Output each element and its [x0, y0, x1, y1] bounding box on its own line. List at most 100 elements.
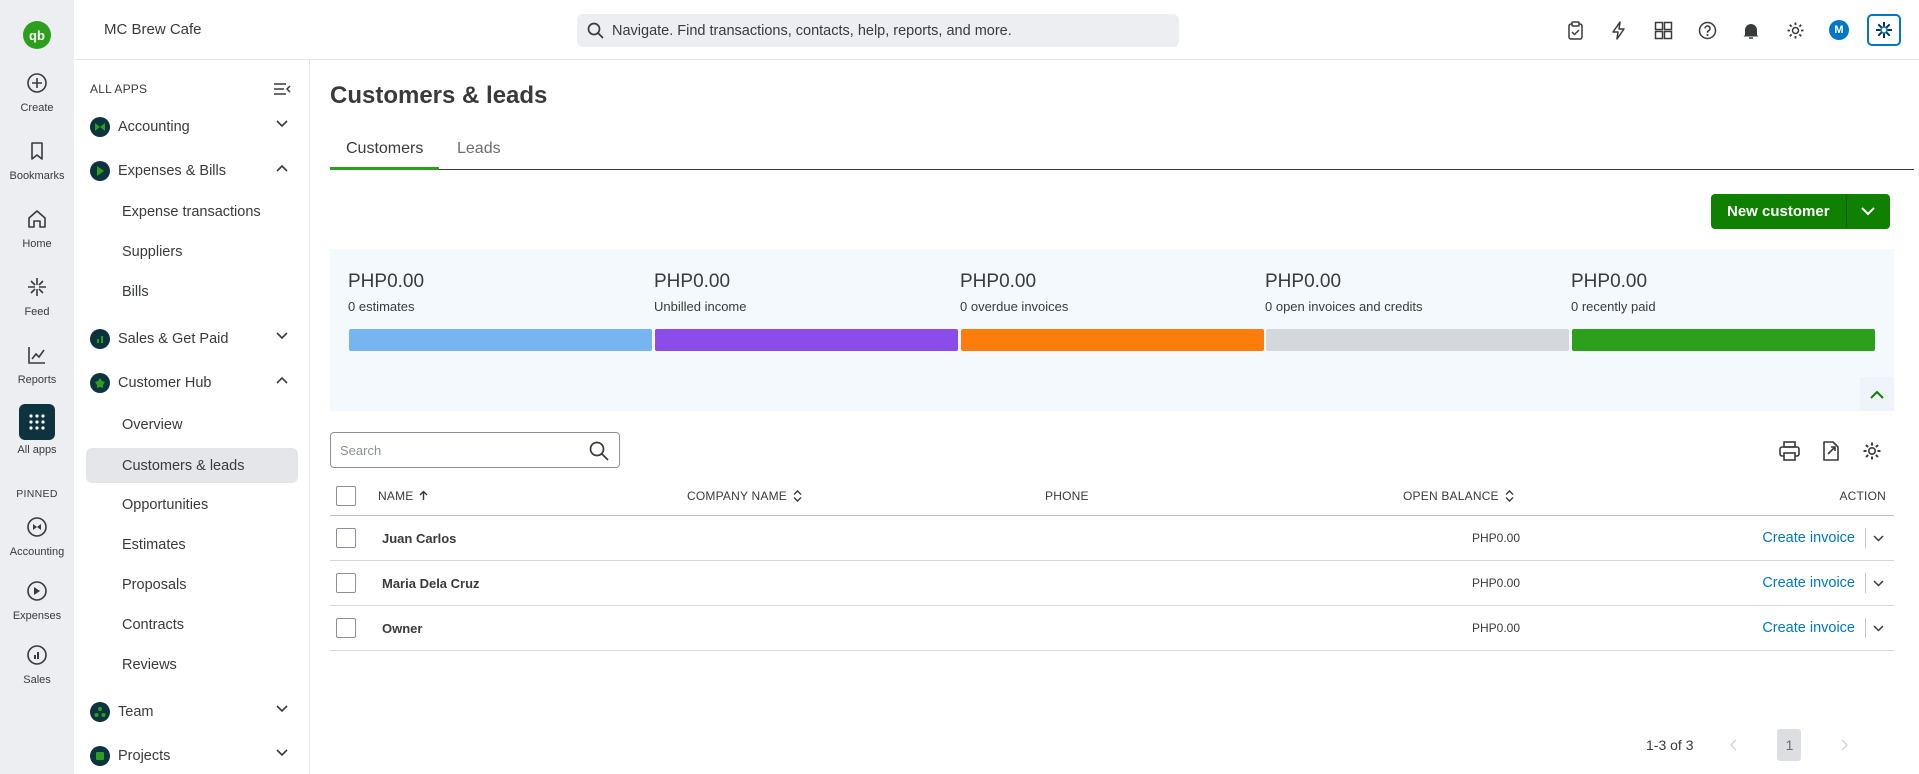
divider: [1865, 573, 1866, 593]
summary-bar-recently-paid[interactable]: [1572, 329, 1875, 351]
help-icon[interactable]: [1685, 16, 1729, 44]
customer-name-link[interactable]: Owner: [382, 606, 422, 650]
lightning-icon[interactable]: [1597, 16, 1641, 44]
column-header-name[interactable]: NAME: [378, 476, 428, 515]
sidebar-group-projects[interactable]: Projects: [90, 741, 294, 771]
sidebar-item-suppliers[interactable]: Suppliers: [86, 234, 298, 269]
row-checkbox[interactable]: [336, 561, 356, 605]
gear-icon[interactable]: [1773, 16, 1817, 44]
global-search-placeholder: Navigate. Find transactions, contacts, h…: [612, 22, 1012, 39]
export-icon[interactable]: [1810, 438, 1851, 464]
summary-open-invoices[interactable]: PHP0.00 0 open invoices and credits: [1265, 271, 1423, 314]
summary-bar-unbilled[interactable]: [655, 329, 958, 351]
select-all-checkbox[interactable]: [336, 476, 356, 515]
rail-all-apps[interactable]: All apps: [0, 404, 74, 456]
customer-name-link[interactable]: Maria Dela Cruz: [382, 561, 480, 605]
tab-leads[interactable]: Leads: [457, 140, 501, 170]
sidebar-group-sales[interactable]: Sales & Get Paid: [90, 324, 294, 354]
left-rail: qb Create Bookmarks Home Feed Reports Al: [0, 0, 74, 774]
sidebar-item-expense-transactions[interactable]: Expense transactions: [86, 194, 298, 229]
sidebar-item-overview[interactable]: Overview: [86, 407, 298, 442]
sales-icon: [90, 329, 110, 349]
rail-create[interactable]: Create: [0, 70, 74, 114]
tab-customers[interactable]: Customers: [330, 140, 440, 170]
sidebar-item-proposals[interactable]: Proposals: [86, 567, 298, 602]
create-invoice-link[interactable]: Create invoice: [1762, 530, 1855, 546]
table-settings-gear-icon[interactable]: [1851, 438, 1892, 464]
chevron-down-icon: [1861, 207, 1875, 216]
summary-bar-overdue[interactable]: [961, 329, 1264, 351]
print-icon[interactable]: [1769, 438, 1810, 464]
apps-icon[interactable]: [1641, 16, 1685, 44]
summary-estimates[interactable]: PHP0.00 0 estimates: [348, 271, 424, 314]
rail-label: Accounting: [9, 546, 65, 558]
sidebar-group-expenses[interactable]: Expenses & Bills: [90, 156, 294, 186]
top-bar: MC Brew Cafe Navigate. Find transactions…: [74, 0, 1919, 60]
rail-pinned-accounting[interactable]: Accounting: [0, 514, 74, 558]
sidebar-group-accounting[interactable]: Accounting: [90, 112, 294, 142]
global-search-input[interactable]: Navigate. Find transactions, contacts, h…: [577, 14, 1179, 47]
accounting-icon: [90, 117, 110, 137]
sidebar-item-contracts[interactable]: Contracts: [86, 607, 298, 642]
summary-recently-paid[interactable]: PHP0.00 0 recently paid: [1571, 271, 1656, 314]
search-icon: [587, 22, 604, 39]
table-row[interactable]: Maria Dela Cruz PHP0.00 Create invoice: [330, 561, 1894, 606]
rail-reports[interactable]: Reports: [0, 342, 74, 386]
top-icons: M: [1553, 14, 1919, 46]
collapse-menu-icon[interactable]: [273, 82, 291, 96]
table-row[interactable]: Juan Carlos PHP0.00 Create invoice: [330, 516, 1894, 561]
rail-home[interactable]: Home: [0, 206, 74, 250]
team-icon: [90, 702, 110, 722]
customer-search-input[interactable]: Search: [330, 432, 620, 468]
assistant-button[interactable]: [1861, 14, 1919, 46]
quickbooks-logo[interactable]: qb: [23, 21, 51, 49]
summary-unbilled[interactable]: PHP0.00 Unbilled income: [654, 271, 747, 314]
sidebar-item-reviews[interactable]: Reviews: [86, 647, 298, 682]
new-customer-dropdown[interactable]: [1845, 194, 1890, 229]
tasks-icon[interactable]: [1553, 16, 1597, 44]
row-checkbox[interactable]: [336, 516, 356, 560]
column-header-balance[interactable]: OPEN BALANCE: [1403, 476, 1514, 515]
rail-label: Create: [20, 102, 54, 114]
chevron-down-icon[interactable]: [1873, 579, 1884, 587]
column-label: COMPANY NAME: [687, 488, 787, 503]
create-invoice-link[interactable]: Create invoice: [1762, 620, 1855, 636]
create-invoice-link[interactable]: Create invoice: [1762, 575, 1855, 591]
sidebar-group-team[interactable]: Team: [90, 697, 294, 727]
row-action: Create invoice: [1762, 516, 1884, 560]
rail-pinned-sales[interactable]: Sales: [0, 642, 74, 686]
rail-pinned-expenses[interactable]: Expenses: [0, 578, 74, 622]
collapse-summary-button[interactable]: [1860, 377, 1894, 411]
chevron-down-icon: [276, 749, 288, 757]
new-customer-button[interactable]: New customer: [1711, 194, 1846, 229]
sidebar-item-customers-leads[interactable]: Customers & leads: [86, 448, 298, 483]
avatar-initial: M: [1829, 20, 1849, 40]
table-row[interactable]: Owner PHP0.00 Create invoice: [330, 606, 1894, 651]
sidebar-group-label: Projects: [118, 748, 171, 764]
summary-bar-estimates[interactable]: [349, 329, 652, 351]
company-name[interactable]: MC Brew Cafe: [104, 21, 202, 38]
balance-cell: PHP0.00: [1471, 531, 1520, 545]
column-header-company[interactable]: COMPANY NAME: [687, 476, 802, 515]
chevron-down-icon[interactable]: [1873, 624, 1884, 632]
chevron-down-icon[interactable]: [1873, 534, 1884, 542]
summary-overdue[interactable]: PHP0.00 0 overdue invoices: [960, 271, 1068, 314]
rail-bookmarks[interactable]: Bookmarks: [0, 138, 74, 182]
sidebar-group-customer-hub[interactable]: Customer Hub: [90, 368, 294, 398]
sidebar-item-opportunities[interactable]: Opportunities: [86, 487, 298, 522]
bell-icon[interactable]: [1729, 16, 1773, 44]
prev-page-icon[interactable]: [1729, 739, 1738, 751]
chevron-down-icon: [276, 120, 288, 128]
user-avatar[interactable]: M: [1817, 16, 1861, 44]
customer-name-link[interactable]: Juan Carlos: [382, 516, 456, 560]
rail-feed[interactable]: Feed: [0, 274, 74, 318]
sidebar-item-bills[interactable]: Bills: [86, 274, 298, 309]
row-checkbox[interactable]: [336, 606, 356, 650]
accounting-icon: [24, 514, 50, 540]
balance-cell: PHP0.00: [1471, 576, 1520, 590]
summary-desc: 0 overdue invoices: [960, 299, 1069, 314]
next-page-icon[interactable]: [1841, 739, 1849, 751]
page-number-button[interactable]: 1: [1777, 729, 1802, 761]
summary-bar-open-invoices[interactable]: [1266, 329, 1569, 351]
sidebar-item-estimates[interactable]: Estimates: [86, 527, 298, 562]
